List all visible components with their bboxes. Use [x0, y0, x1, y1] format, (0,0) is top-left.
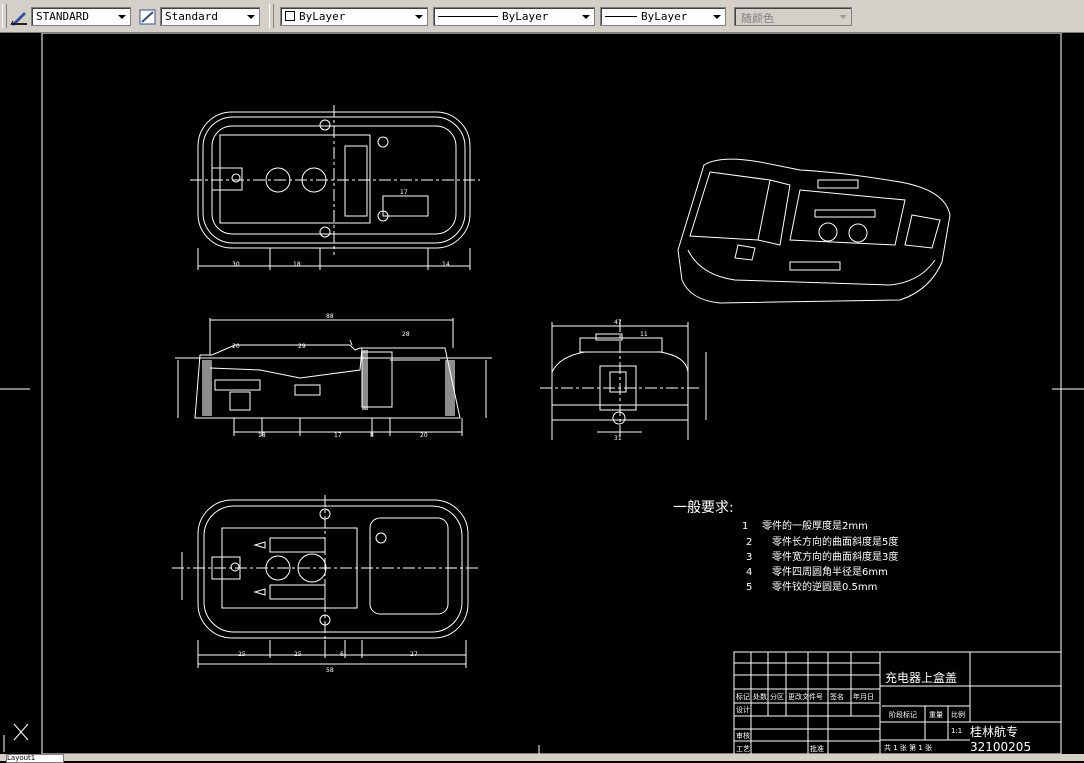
notes-heading: 一般要求: [673, 500, 734, 516]
note-text: 零件长方向的曲面斜度是5度 [772, 535, 898, 548]
dim-label: 28 [402, 331, 410, 338]
dim-label: 25 [294, 651, 302, 658]
note-text: 零件四周圆角半径是6mm [772, 565, 888, 578]
hatch-area [445, 360, 455, 416]
scale-label: 比例 [951, 710, 965, 719]
text-style-dropdown[interactable]: STANDARD [31, 7, 131, 26]
toolbar-grip[interactable] [2, 4, 7, 28]
sheet-count: 共 1 张 第 1 张 [884, 743, 932, 752]
note-number: 5 [746, 582, 752, 593]
chevron-down-icon[interactable] [412, 10, 425, 23]
drawing-canvas[interactable]: 30 18 14 17 88 28 20 29 18 17 8 20 47 31… [0, 32, 1084, 757]
dim-label: 47 [614, 319, 622, 326]
lineweight-dropdown[interactable]: ByLayer [600, 7, 726, 26]
title-col: 更改文件号 [788, 692, 823, 701]
plot-style-value: 随颜色 [741, 12, 774, 25]
hatch-area [362, 350, 368, 410]
dim-label: 31 [614, 435, 622, 442]
dim-label: 27 [410, 651, 418, 658]
dim-label: 8 [370, 432, 374, 439]
chevron-down-icon [836, 10, 849, 23]
school-name: 桂林航专 [970, 724, 1018, 739]
dim-label: 29 [298, 343, 306, 350]
color-swatch-icon [285, 11, 295, 21]
side-view [540, 320, 707, 440]
text-style-value: STANDARD [36, 10, 89, 23]
dim-label: 17 [400, 189, 408, 196]
hatch-area [202, 360, 212, 416]
dim-label: 20 [420, 432, 428, 439]
dimension-style-value: Standard [165, 10, 218, 23]
dim-label: 18 [258, 432, 266, 439]
note-text: 零件宽方向的曲面斜度是3度 [772, 550, 898, 563]
front-section-view [175, 318, 492, 436]
note-number: 2 [746, 537, 752, 548]
lineweight-preview-icon [605, 16, 637, 17]
design-label: 设计 [736, 705, 750, 714]
review-label: 审核 [736, 731, 750, 740]
chevron-down-icon[interactable] [244, 10, 257, 23]
properties-toolbar: STANDARD Standard ByLayer ByLayer ByLaye… [0, 0, 1084, 33]
scale-value: 1:1 [951, 727, 962, 735]
linetype-preview-icon [438, 16, 498, 17]
dim-label: 18 [293, 261, 301, 268]
dim-label: 25 [238, 651, 246, 658]
status-bar [0, 754, 1084, 761]
linetype-value: ByLayer [502, 10, 549, 23]
dim-label: 88 [326, 313, 334, 320]
dimension-style-dropdown[interactable]: Standard [160, 7, 260, 26]
stage-label: 阶段标记 [889, 710, 917, 719]
approve-label: 批准 [810, 744, 824, 753]
note-number: 4 [746, 567, 752, 578]
dimension-style-icon[interactable] [138, 7, 158, 27]
dim-label: 20 [232, 343, 240, 350]
dim-label: 30 [232, 261, 240, 268]
title-col: 处数 [753, 692, 767, 701]
color-dropdown[interactable]: ByLayer [280, 7, 428, 26]
ucs-icon [3, 723, 29, 752]
part-name: 充电器上盒盖 [885, 670, 957, 685]
color-value: ByLayer [299, 10, 346, 23]
toolbar-grip[interactable] [269, 4, 274, 28]
bottom-view [172, 495, 478, 668]
title-col: 分区 [770, 692, 784, 701]
text-style-icon[interactable] [9, 7, 29, 27]
note-text: 零件的一般厚度是2mm [762, 519, 868, 532]
isometric-view [677, 158, 951, 304]
dim-label: 6 [340, 651, 344, 658]
dim-label: 14 [442, 261, 450, 268]
chevron-down-icon[interactable] [115, 10, 128, 23]
top-view [190, 105, 480, 270]
chevron-down-icon[interactable] [579, 10, 592, 23]
plot-style-dropdown: 随颜色 [734, 7, 852, 26]
title-col: 标记 [736, 692, 750, 701]
lineweight-value: ByLayer [641, 10, 688, 23]
chevron-down-icon[interactable] [710, 10, 723, 23]
note-text: 零件铰的逆圆是0.5mm [772, 580, 877, 593]
dim-label: 11 [640, 331, 648, 338]
dim-label: 58 [326, 667, 334, 674]
title-col: 年月日 [853, 692, 874, 701]
process-label: 工艺 [736, 745, 750, 753]
title-col: 签名 [830, 692, 844, 701]
weight-label: 重量 [929, 711, 943, 719]
note-number: 1 [742, 521, 748, 532]
drawing-number: 32100205 [970, 740, 1031, 754]
cad-drawing: 30 18 14 17 88 28 20 29 18 17 8 20 47 31… [0, 32, 1084, 755]
tab-layout1[interactable]: Layout1 [6, 754, 64, 763]
linetype-dropdown[interactable]: ByLayer [433, 7, 595, 26]
dim-label: 17 [334, 432, 342, 439]
note-number: 3 [746, 552, 752, 563]
